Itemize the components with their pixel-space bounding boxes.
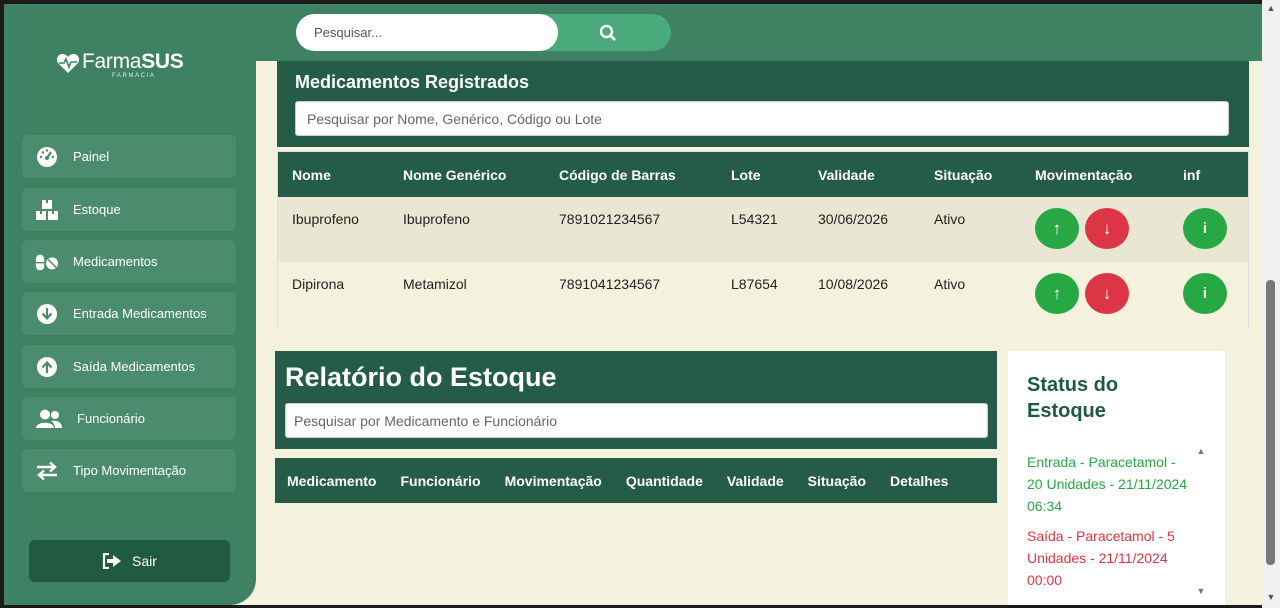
status-panel: Status do Estoque Entrada - Paracetamol … xyxy=(1008,351,1225,605)
relatorio-title: Relatório do Estoque xyxy=(285,362,557,392)
cell-movimentacao: ↑ ↓ xyxy=(1021,197,1169,262)
cell-situacao: Ativo xyxy=(920,197,1021,262)
column-header[interactable]: Nome Genérico xyxy=(389,152,545,197)
sidebar-item-tipo-movimentacao[interactable]: Tipo Movimentação xyxy=(22,449,236,492)
relatorio-search-input[interactable]: Pesquisar por Medicamento e Funcionário xyxy=(285,403,988,438)
page-viewport: FarmaSUS FARMÁCIA Painel Estoque Medicam… xyxy=(4,4,1262,605)
cell-codigo: 7891021234567 xyxy=(545,197,717,262)
column-header[interactable]: Medicamento xyxy=(287,473,376,489)
column-header[interactable]: Validade xyxy=(727,473,784,489)
medicamentos-table-container: Nome Nome Genérico Código de Barras Lote… xyxy=(277,151,1249,327)
cell-validade: 10/08/2026 xyxy=(804,262,920,327)
cell-validade: 30/06/2026 xyxy=(804,197,920,262)
status-entry-entrada: Entrada - Paracetamol - 20 Unidades - 21… xyxy=(1027,454,1188,514)
column-header[interactable]: Lote xyxy=(717,152,804,197)
sidebar-item-label: Saída Medicamentos xyxy=(73,359,196,374)
sidebar-item-funcionario[interactable]: Funcionário xyxy=(22,397,236,440)
status-entry-saida: Saída - Paracetamol - 5 Unidades - 21/11… xyxy=(1027,528,1175,588)
column-header[interactable]: Código de Barras xyxy=(545,152,717,197)
column-header[interactable]: Movimentação xyxy=(505,473,602,489)
column-header[interactable]: Situação xyxy=(808,473,866,489)
arrow-circle-down-icon xyxy=(35,302,59,326)
search-placeholder: Pesquisar... xyxy=(314,25,382,40)
cell-info: i xyxy=(1169,197,1248,262)
cell-generico: Ibuprofeno xyxy=(389,197,545,262)
cell-info: i xyxy=(1169,262,1248,327)
page-scrollbar[interactable]: ▲ ▼ xyxy=(1262,0,1280,608)
sidebar-item-medicamentos[interactable]: Medicamentos xyxy=(22,240,236,283)
table-header-row: Nome Nome Genérico Código de Barras Lote… xyxy=(278,152,1248,197)
cell-codigo: 7891041234567 xyxy=(545,262,717,327)
exchange-icon xyxy=(35,459,59,483)
sidebar-item-saida[interactable]: Saída Medicamentos xyxy=(22,345,236,388)
global-search-input[interactable]: Pesquisar... xyxy=(296,14,558,51)
status-list[interactable]: Entrada - Paracetamol - 20 Unidades - 21… xyxy=(1027,451,1189,591)
search-button[interactable] xyxy=(544,14,671,51)
saida-button[interactable]: ↓ xyxy=(1085,208,1129,249)
medicamentos-title: Medicamentos Registrados xyxy=(295,72,530,92)
column-header[interactable]: Validade xyxy=(804,152,920,197)
scroll-up-arrow-icon[interactable]: ▲ xyxy=(1196,447,1206,456)
cell-nome: Ibuprofeno xyxy=(278,197,389,262)
cell-lote: L54321 xyxy=(717,197,804,262)
sidebar-item-painel[interactable]: Painel xyxy=(22,135,236,178)
logout-button[interactable]: Sair xyxy=(29,540,230,582)
sidebar-item-label: Medicamentos xyxy=(73,254,158,269)
brand-subtitle: FARMÁCIA xyxy=(111,73,156,79)
pills-icon xyxy=(35,250,59,274)
cell-situacao: Ativo xyxy=(920,262,1021,327)
logo: FarmaSUS FARMÁCIA xyxy=(56,50,184,79)
cell-lote: L87654 xyxy=(717,262,804,327)
sign-out-icon xyxy=(102,553,122,569)
arrow-circle-up-icon xyxy=(35,355,59,379)
scroll-down-arrow-icon[interactable]: ▼ xyxy=(1266,592,1276,602)
sidebar: FarmaSUS FARMÁCIA Painel Estoque Medicam… xyxy=(4,4,256,605)
status-scrollbar[interactable]: ▲ ▼ xyxy=(1196,447,1206,596)
table-row: Dipirona Metamizol 7891041234567 L87654 … xyxy=(278,262,1248,327)
sidebar-item-label: Estoque xyxy=(73,202,121,217)
sidebar-item-label: Funcionário xyxy=(77,411,145,426)
entrada-button[interactable]: ↑ xyxy=(1035,208,1079,249)
column-header[interactable]: Situação xyxy=(920,152,1021,197)
cell-nome: Dipirona xyxy=(278,262,389,327)
brand-name: FarmaSUS xyxy=(82,50,184,73)
sidebar-item-label: Painel xyxy=(73,149,110,164)
saida-button[interactable]: ↓ xyxy=(1085,273,1129,314)
logout-label: Sair xyxy=(132,553,157,569)
relatorio-panel: Relatório do Estoque Pesquisar por Medic… xyxy=(275,351,997,449)
browser-frame: FarmaSUS FARMÁCIA Painel Estoque Medicam… xyxy=(0,0,1280,608)
column-header[interactable]: Funcionário xyxy=(400,473,480,489)
sidebar-item-label: Tipo Movimentação xyxy=(73,463,186,478)
scrollbar-thumb[interactable] xyxy=(1266,280,1275,565)
medicamentos-search-input[interactable]: Pesquisar por Nome, Genérico, Código ou … xyxy=(295,101,1229,136)
status-title: Status do Estoque xyxy=(1027,374,1119,422)
search-icon xyxy=(599,24,616,41)
users-icon xyxy=(35,407,63,431)
boxes-icon xyxy=(35,198,59,222)
scroll-down-arrow-icon[interactable]: ▼ xyxy=(1196,587,1206,596)
scroll-up-arrow-icon[interactable]: ▲ xyxy=(1266,3,1276,13)
cell-generico: Metamizol xyxy=(389,262,545,327)
relatorio-table-header: Medicamento Funcionário Movimentação Qua… xyxy=(275,458,997,503)
medicamentos-search-placeholder: Pesquisar por Nome, Genérico, Código ou … xyxy=(307,110,602,127)
medicamentos-panel: Medicamentos Registrados Pesquisar por N… xyxy=(277,61,1249,147)
table-row: Ibuprofeno Ibuprofeno 7891021234567 L543… xyxy=(278,197,1248,262)
column-header[interactable]: Movimentação xyxy=(1021,152,1169,197)
column-header[interactable]: inf xyxy=(1169,152,1248,197)
cell-movimentacao: ↑ ↓ xyxy=(1021,262,1169,327)
sidebar-item-label: Entrada Medicamentos xyxy=(73,306,207,321)
sidebar-item-entrada[interactable]: Entrada Medicamentos xyxy=(22,292,236,335)
heart-pulse-icon xyxy=(56,54,80,73)
entrada-button[interactable]: ↑ xyxy=(1035,273,1079,314)
dashboard-icon xyxy=(35,145,59,169)
sidebar-item-estoque[interactable]: Estoque xyxy=(22,188,236,231)
column-header[interactable]: Nome xyxy=(278,152,389,197)
column-header[interactable]: Detalhes xyxy=(890,473,948,489)
medicamentos-table: Nome Nome Genérico Código de Barras Lote… xyxy=(278,152,1248,327)
info-button[interactable]: i xyxy=(1183,273,1227,314)
relatorio-search-placeholder: Pesquisar por Medicamento e Funcionário xyxy=(294,412,558,429)
column-header[interactable]: Quantidade xyxy=(626,473,703,489)
info-button[interactable]: i xyxy=(1183,208,1227,249)
